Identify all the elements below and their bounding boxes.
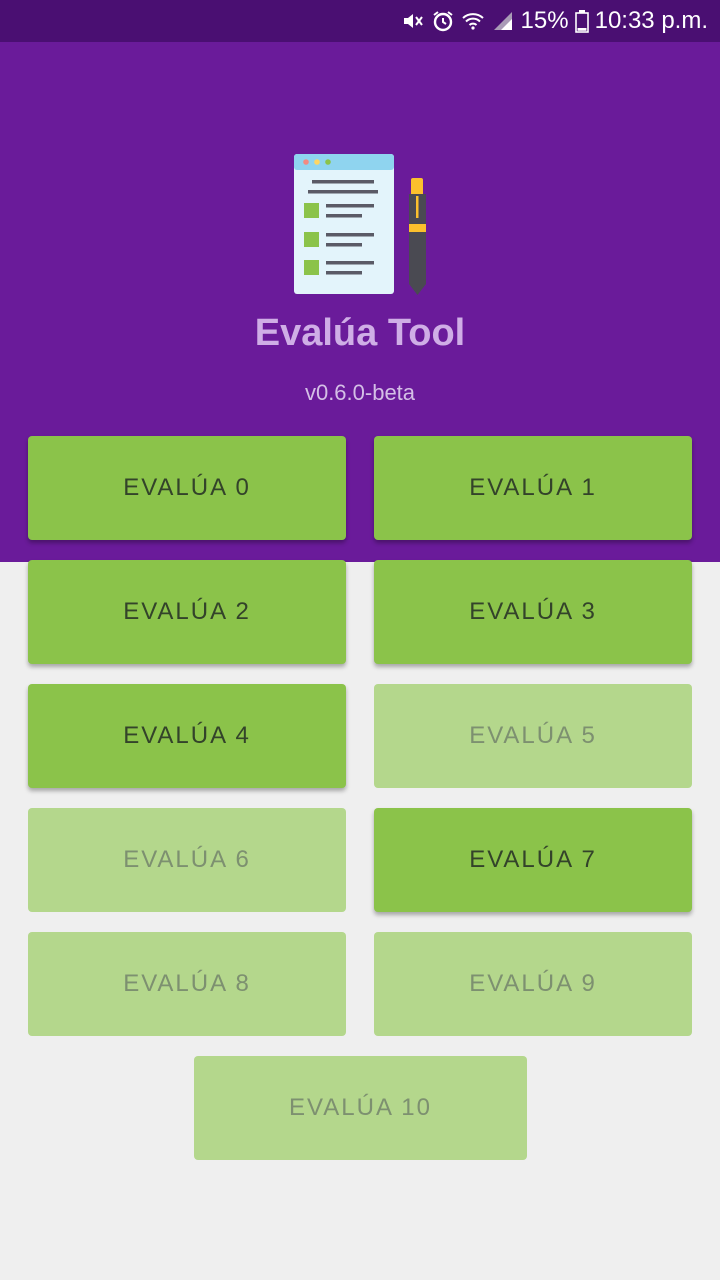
- app-version: v0.6.0-beta: [304, 380, 416, 405]
- battery-icon: [574, 9, 589, 33]
- evalua-8-button[interactable]: EVALÚA 8: [28, 932, 346, 1036]
- mute-icon: [401, 9, 425, 33]
- signal-icon: [491, 9, 515, 33]
- status-indicators: 15% 10:33 p.m.: [401, 0, 708, 42]
- evalua-0-button[interactable]: EVALÚA 0: [28, 436, 346, 540]
- battery-percentage: 15%: [520, 7, 569, 34]
- evalua-3-button[interactable]: EVALÚA 3: [374, 560, 692, 664]
- evalua-2-button[interactable]: EVALÚA 2: [28, 560, 346, 664]
- evalua-5-button[interactable]: EVALÚA 5: [374, 684, 692, 788]
- evalua-9-button[interactable]: EVALÚA 9: [374, 932, 692, 1036]
- app-title: Evalúa Tool: [254, 312, 466, 354]
- wifi-icon: [461, 9, 485, 33]
- status-bar: 15% 10:33 p.m.: [0, 0, 720, 42]
- evalua-4-button[interactable]: EVALÚA 4: [28, 684, 346, 788]
- evalua-10-button[interactable]: EVALÚA 10: [194, 1056, 527, 1160]
- evalua-1-button[interactable]: EVALÚA 1: [374, 436, 692, 540]
- clock-time: 10:33 p.m.: [594, 7, 708, 34]
- evalua-7-button[interactable]: EVALÚA 7: [374, 808, 692, 912]
- alarm-icon: [431, 9, 455, 33]
- checklist-pen-icon: [290, 150, 430, 295]
- evalua-6-button[interactable]: EVALÚA 6: [28, 808, 346, 912]
